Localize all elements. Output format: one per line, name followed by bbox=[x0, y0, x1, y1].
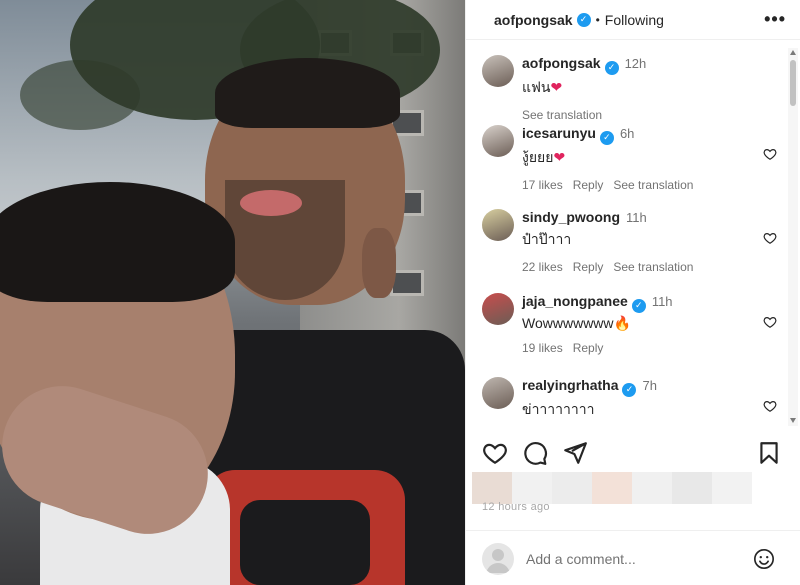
fire-emoji-icon: 🔥 bbox=[613, 314, 631, 331]
comment-time: 12h bbox=[624, 56, 647, 71]
comment-item: sindy_pwoong 11h ป๋าป๊าาา 22 likes Reply See … bbox=[482, 209, 777, 289]
header-username[interactable]: aofpongsak bbox=[494, 12, 573, 28]
comment-text: Wowwwwwww bbox=[522, 314, 614, 331]
scrollbar-thumb[interactable] bbox=[790, 60, 796, 106]
post-side-panel: aofpongsak ✓ • Following ••• aofpongsak ✓… bbox=[465, 0, 800, 585]
comment-text: แฟน bbox=[522, 78, 551, 95]
comment-avatar[interactable] bbox=[482, 209, 514, 241]
comment-username[interactable]: aofpongsak bbox=[522, 55, 601, 71]
add-comment-input[interactable] bbox=[526, 549, 736, 569]
comments-list[interactable]: aofpongsak ✓ 12h แฟน❤ See translation icesaru… bbox=[466, 41, 800, 427]
comment-username[interactable]: icesarunyu bbox=[522, 125, 596, 141]
comment-avatar[interactable] bbox=[482, 293, 514, 325]
post-photo[interactable] bbox=[0, 0, 465, 585]
comment-username[interactable]: sindy_pwoong bbox=[522, 209, 620, 225]
verified-badge-icon: ✓ bbox=[599, 130, 614, 145]
post-header: aofpongsak ✓ • Following ••• bbox=[466, 0, 800, 40]
comment-username[interactable]: jaja_nongpanee bbox=[522, 293, 628, 309]
comment-text: ป๋าป๊าาา bbox=[522, 231, 572, 247]
current-user-avatar bbox=[482, 543, 514, 575]
comment-like-heart-icon[interactable] bbox=[763, 231, 777, 245]
reply-button[interactable]: Reply bbox=[573, 341, 604, 355]
likes-summary-blurred bbox=[472, 472, 752, 504]
more-options-icon[interactable]: ••• bbox=[764, 9, 786, 30]
comment-item: jaja_nongpanee ✓ 11h Wowwwwwww🔥 19 likes Repl… bbox=[482, 293, 777, 373]
comment-item: realyingrhatha✓7hข่าาาาาาาา24 likesReply… bbox=[482, 377, 777, 427]
smile-icon[interactable] bbox=[753, 548, 775, 570]
comment-like-count[interactable]: 22 likes bbox=[522, 260, 563, 274]
bookmark-icon[interactable] bbox=[756, 440, 782, 466]
send-icon[interactable] bbox=[562, 440, 588, 466]
following-button[interactable]: Following bbox=[605, 12, 664, 28]
comment-avatar[interactable] bbox=[482, 377, 514, 409]
comment-username[interactable]: realyingrhatha bbox=[522, 377, 618, 393]
heart-icon[interactable] bbox=[482, 440, 508, 466]
post-time-ago: 12 hours ago bbox=[482, 501, 550, 513]
comment-like-heart-icon[interactable] bbox=[763, 315, 777, 329]
comment-avatar[interactable] bbox=[482, 55, 514, 87]
reply-button[interactable]: Reply bbox=[573, 178, 604, 192]
comment-text: ข่าาาาาาาา bbox=[522, 400, 595, 417]
verified-badge-icon: ✓ bbox=[631, 298, 646, 313]
verified-badge-icon: ✓ bbox=[622, 382, 637, 397]
scroll-up-arrow-icon[interactable] bbox=[790, 50, 796, 55]
verified-badge-icon: ✓ bbox=[576, 12, 591, 27]
red-heart-emoji-icon: ❤ bbox=[550, 78, 563, 95]
comment-text: งู้ยยย bbox=[522, 148, 554, 165]
comment-like-count[interactable]: 17 likes bbox=[522, 178, 563, 192]
reply-button[interactable]: Reply bbox=[573, 260, 604, 274]
comment-like-count[interactable]: 19 likes bbox=[522, 341, 563, 355]
verified-badge-icon: ✓ bbox=[604, 60, 619, 75]
comment-time: 11h bbox=[651, 294, 673, 309]
scroll-down-arrow-icon[interactable] bbox=[790, 418, 796, 423]
post-actions bbox=[482, 440, 782, 470]
comment-icon[interactable] bbox=[522, 440, 548, 466]
see-translation-link[interactable]: See translation bbox=[613, 260, 693, 274]
comment-item: icesarunyu ✓ 6h งู้ยยย❤ 17 likes Reply See tra… bbox=[482, 125, 777, 205]
comment-item: aofpongsak ✓ 12h แฟน❤ See translation bbox=[482, 55, 777, 135]
comment-time: 6h bbox=[619, 126, 635, 141]
header-separator: • bbox=[595, 12, 600, 27]
red-heart-emoji-icon: ❤ bbox=[553, 148, 566, 165]
comment-like-heart-icon[interactable] bbox=[763, 147, 777, 161]
comment-avatar[interactable] bbox=[482, 125, 514, 157]
see-translation-link[interactable]: See translation bbox=[522, 108, 602, 122]
add-comment-bar bbox=[466, 530, 800, 585]
comment-time: 11h bbox=[626, 210, 647, 225]
comment-time: 7h bbox=[642, 378, 657, 393]
see-translation-link[interactable]: See translation bbox=[613, 178, 693, 192]
comment-like-heart-icon[interactable] bbox=[763, 399, 777, 413]
